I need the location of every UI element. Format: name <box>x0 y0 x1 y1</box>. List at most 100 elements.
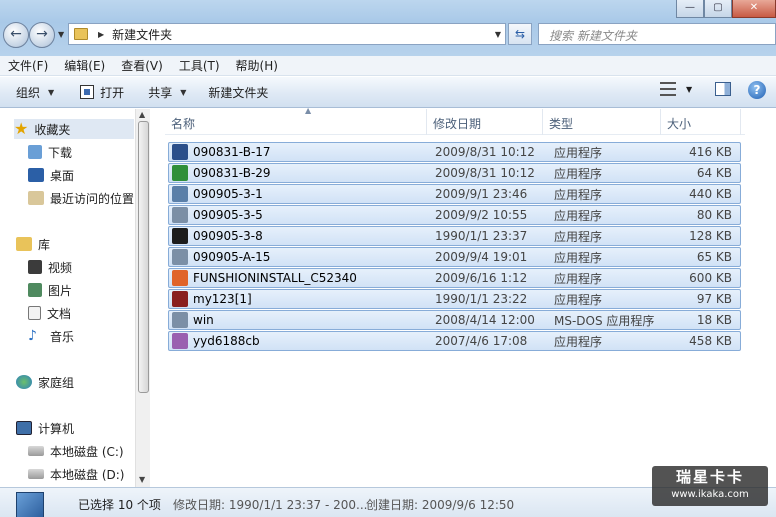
share-button[interactable]: 共享 ▼ <box>138 80 196 104</box>
file-date: 2008/4/14 12:00 <box>435 313 535 327</box>
nav-item-documents[interactable]: 文档 <box>28 303 71 323</box>
file-list: ▲ 名称 修改日期 类型 大小 090831-B-17 2009/8/31 10:… <box>151 106 776 487</box>
file-name-cell: yyd6188cb <box>169 333 432 349</box>
nav-disk-d-label: 本地磁盘 (D:) <box>50 467 125 482</box>
file-name-cell: 090905-3-5 <box>169 207 432 223</box>
organize-button[interactable]: 组织 ▼ <box>6 80 64 104</box>
nav-item-disk-c[interactable]: 本地磁盘 (C:) <box>28 441 124 461</box>
nav-scrollbar[interactable]: ▲ ▼ <box>135 109 150 487</box>
nav-pictures-label: 图片 <box>48 283 73 298</box>
file-size: 440 KB <box>689 187 732 201</box>
menu-edit[interactable]: 编辑(E) <box>56 56 113 76</box>
column-header-type[interactable]: 类型 <box>543 109 661 135</box>
column-header-date[interactable]: 修改日期 <box>427 109 543 135</box>
refresh-button[interactable]: ⇆ <box>508 23 532 45</box>
file-date: 2009/8/31 10:12 <box>435 145 535 159</box>
new-folder-button[interactable]: 新建文件夹 <box>198 80 278 104</box>
file-size: 458 KB <box>689 334 732 348</box>
watermark-title: 瑞星卡卡 <box>675 468 744 486</box>
file-row[interactable]: 090831-B-17 2009/8/31 10:12 应用程序 416 KB <box>168 142 741 162</box>
menu-help[interactable]: 帮助(H) <box>228 56 286 76</box>
scroll-down-icon[interactable]: ▼ <box>139 475 145 484</box>
change-view-button[interactable]: ▼ <box>660 82 692 96</box>
views-icon <box>660 82 676 96</box>
nav-libraries[interactable]: 库 <box>16 234 50 254</box>
breadcrumb-current-folder[interactable]: 新建文件夹 <box>112 26 172 43</box>
column-header-size[interactable]: 大小 <box>661 109 741 135</box>
file-type: 应用程序 <box>554 292 603 307</box>
file-date: 2009/9/1 23:46 <box>435 187 528 201</box>
maximize-button[interactable]: ▢ <box>704 0 732 18</box>
file-date: 2007/4/6 17:08 <box>435 334 528 348</box>
recent-pages-dropdown[interactable]: ▼ <box>58 30 64 39</box>
application-icon <box>172 186 188 202</box>
menu-view[interactable]: 查看(V) <box>113 56 171 76</box>
file-type: 应用程序 <box>554 334 603 349</box>
address-bar[interactable]: ▶ 新建文件夹 ▼ <box>68 23 506 45</box>
library-icon <box>16 237 32 251</box>
open-label: 打开 <box>100 85 125 100</box>
application-icon <box>172 291 188 307</box>
file-name: 090905-3-1 <box>193 187 263 201</box>
open-button[interactable]: 打开 <box>70 80 134 104</box>
file-size: 64 KB <box>696 166 732 180</box>
breadcrumb-chevron-icon[interactable]: ▶ <box>98 30 104 39</box>
nav-favorites[interactable]: ★ 收藏夹 <box>14 119 134 139</box>
application-icon <box>172 144 188 160</box>
scroll-up-icon[interactable]: ▲ <box>139 110 145 119</box>
arrow-left-icon: ← <box>10 26 22 42</box>
file-name: FUNSHIONINSTALL_C52340 <box>193 271 357 285</box>
minimize-button[interactable]: — <box>676 0 704 18</box>
nav-item-music[interactable]: ♪ 音乐 <box>28 326 74 346</box>
help-icon: ? <box>748 81 766 99</box>
file-date: 2009/6/16 1:12 <box>435 271 528 285</box>
modified-range: 修改日期: 1990/1/1 23:37 - 200... <box>173 498 368 512</box>
nav-item-recent[interactable]: 最近访问的位置 <box>28 188 134 208</box>
menu-tools[interactable]: 工具(T) <box>171 56 228 76</box>
file-row[interactable]: 090905-3-8 1990/1/1 23:37 应用程序 128 KB <box>168 226 741 246</box>
scrollbar-thumb[interactable] <box>138 121 149 393</box>
file-row[interactable]: FUNSHIONINSTALL_C52340 2009/6/16 1:12 应用程序… <box>168 268 741 288</box>
column-header-name[interactable]: 名称 <box>165 109 427 135</box>
file-type: 应用程序 <box>554 166 603 181</box>
file-row[interactable]: my123[1] 1990/1/1 23:22 应用程序 97 KB <box>168 289 741 309</box>
file-name: win <box>193 313 214 327</box>
address-history-dropdown[interactable]: ▼ <box>495 30 501 39</box>
preview-pane-icon <box>715 82 731 96</box>
nav-item-videos[interactable]: 视频 <box>28 257 72 277</box>
organize-label: 组织 <box>16 85 41 100</box>
forward-button[interactable]: → <box>29 22 55 48</box>
nav-disk-c-label: 本地磁盘 (C:) <box>50 444 124 459</box>
file-size: 18 KB <box>696 313 732 327</box>
preview-pane-button[interactable] <box>715 82 731 96</box>
file-row[interactable]: 090905-3-5 2009/9/2 10:55 应用程序 80 KB <box>168 205 741 225</box>
nav-item-disk-d[interactable]: 本地磁盘 (D:) <box>28 464 124 484</box>
file-row[interactable]: 090905-A-15 2009/9/4 19:01 应用程序 65 KB <box>168 247 741 267</box>
nav-computer[interactable]: 计算机 <box>16 418 74 438</box>
recent-places-icon <box>28 191 44 205</box>
menu-file[interactable]: 文件(F) <box>0 56 56 76</box>
back-button[interactable]: ← <box>3 22 29 48</box>
file-name-cell: 090831-B-29 <box>169 165 432 181</box>
computer-icon <box>16 421 32 435</box>
pictures-icon <box>28 283 42 297</box>
file-name-cell: 090905-A-15 <box>169 249 432 265</box>
file-name: yyd6188cb <box>193 334 260 348</box>
selected-count: 已选择 10 个项 <box>78 498 161 512</box>
search-input[interactable]: 搜索 新建文件夹 <box>538 23 776 45</box>
nav-item-desktop[interactable]: 桌面 <box>28 165 74 185</box>
file-row[interactable]: win 2008/4/14 12:00 MS-DOS 应用程序 18 KB <box>168 310 741 330</box>
nav-homegroup[interactable]: 家庭组 <box>16 372 74 392</box>
help-button[interactable]: ? <box>748 81 766 99</box>
file-row[interactable]: yyd6188cb 2007/4/6 17:08 应用程序 458 KB <box>168 331 741 351</box>
drive-icon <box>28 446 44 456</box>
nav-desktop-label: 桌面 <box>50 168 75 183</box>
file-row[interactable]: 090831-B-29 2009/8/31 10:12 应用程序 64 KB <box>168 163 741 183</box>
nav-item-downloads[interactable]: 下载 <box>28 142 72 162</box>
nav-item-pictures[interactable]: 图片 <box>28 280 72 300</box>
file-type: 应用程序 <box>554 229 603 244</box>
file-row[interactable]: 090905-3-1 2009/9/1 23:46 应用程序 440 KB <box>168 184 741 204</box>
menu-bar: 文件(F) 编辑(E) 查看(V) 工具(T) 帮助(H) <box>0 56 776 76</box>
close-button[interactable]: ✕ <box>732 0 776 18</box>
watermark-url: www.ikaka.com <box>671 489 749 500</box>
